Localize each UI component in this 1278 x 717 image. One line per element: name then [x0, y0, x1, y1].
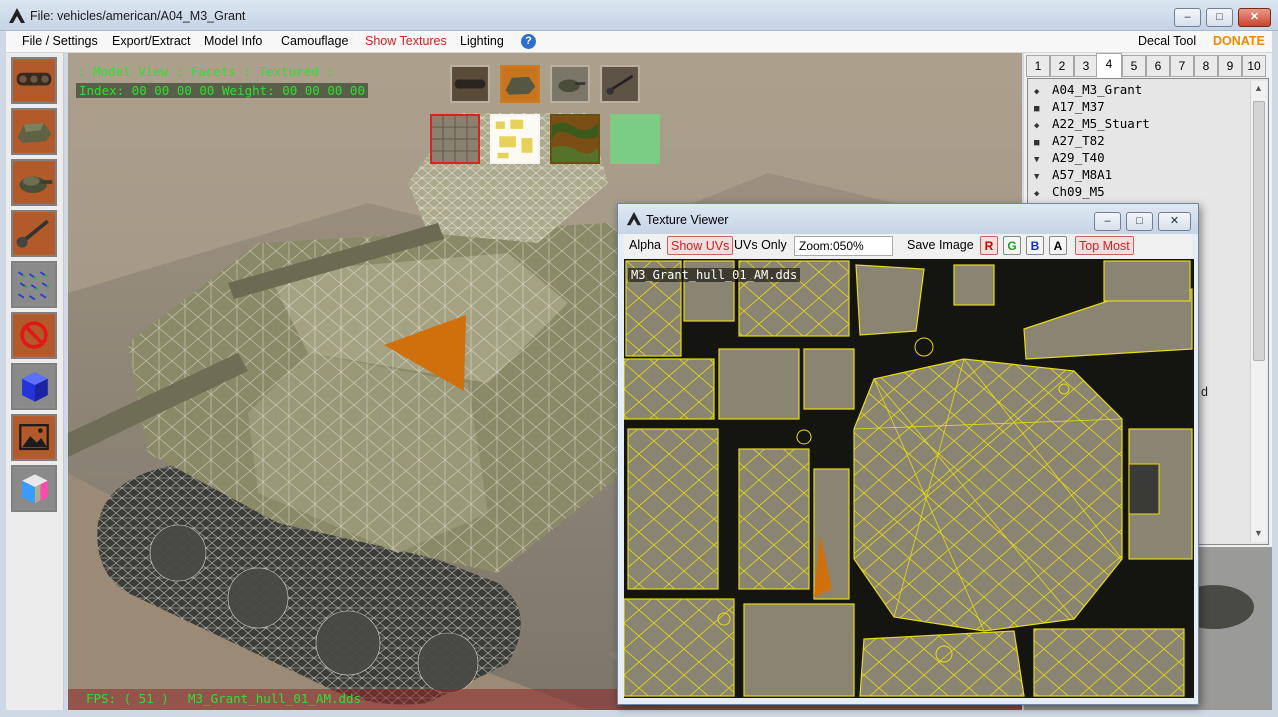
scroll-thumb[interactable]: [1253, 101, 1265, 361]
list-item[interactable]: ◆ A22_M5_Stuart: [1034, 116, 1150, 133]
tank-hull-icon[interactable]: [11, 108, 57, 155]
blue-channel-button[interactable]: B: [1026, 236, 1044, 255]
list-item-label: A17_M37: [1052, 99, 1105, 114]
list-item-label: A27_T82: [1052, 133, 1105, 148]
viewport-mode-label: : Model View : Facets : Textured :: [78, 64, 334, 79]
list-item-label: A22_M5_Stuart: [1052, 116, 1150, 131]
texture-canvas[interactable]: M3_Grant_hull_01_AM.dds: [624, 259, 1194, 698]
texture-viewer-title: Texture Viewer: [646, 213, 729, 227]
list-item[interactable]: ▼ A57_M8A1: [1034, 167, 1112, 184]
list-item-marker: ■: [1034, 138, 1040, 148]
list-item-marker: ◆: [1034, 121, 1040, 131]
show-uvs-toggle[interactable]: Show UVs: [667, 236, 734, 255]
current-texture-name: M3_Grant_hull_01_AM.dds: [188, 691, 362, 706]
fps-readout: FPS: ( 51 ): [86, 691, 169, 706]
alpha-toggle[interactable]: Alpha: [629, 236, 661, 255]
list-item-marker: ▼: [1034, 155, 1040, 165]
tv-maximize-button[interactable]: □: [1126, 212, 1153, 231]
texture-file-label: M3_Grant_hull_01_AM.dds: [628, 268, 801, 282]
decal-tool-button[interactable]: Decal Tool: [1138, 34, 1196, 48]
help-icon[interactable]: ?: [521, 34, 536, 49]
texture-viewer-title-bar[interactable]: Texture Viewer – □ ✕: [618, 204, 1198, 234]
list-item[interactable]: ▼ A29_T40: [1034, 150, 1105, 167]
tv-close-button[interactable]: ✕: [1158, 212, 1191, 231]
turret-thumb[interactable]: [550, 65, 590, 103]
cube-icon[interactable]: [11, 363, 57, 410]
list-item[interactable]: ■ A17_M37: [1034, 99, 1105, 116]
tab-4[interactable]: 4: [1096, 53, 1122, 78]
tab-9[interactable]: 9: [1218, 55, 1242, 77]
menu-model-info[interactable]: Model Info: [204, 34, 262, 48]
list-item-marker: ◆: [1034, 189, 1040, 199]
tab-7[interactable]: 7: [1170, 55, 1194, 77]
image-icon[interactable]: [11, 414, 57, 461]
list-item-label: A29_T40: [1052, 150, 1105, 165]
list-item-marker: ■: [1034, 104, 1040, 114]
list-item-label: Ch09_M5: [1052, 184, 1105, 199]
camo-texture-thumb[interactable]: [550, 114, 600, 164]
tank-track-icon[interactable]: [11, 57, 57, 104]
tv-minimize-button[interactable]: –: [1094, 212, 1121, 231]
tank-gun-icon[interactable]: [11, 210, 57, 257]
tab-6[interactable]: 6: [1146, 55, 1170, 77]
app-icon: [9, 8, 25, 23]
close-button[interactable]: ✕: [1238, 8, 1271, 27]
window-title: File: vehicles/american/A04_M3_Grant: [30, 9, 246, 23]
tab-10[interactable]: 10: [1242, 55, 1266, 77]
track-thumb[interactable]: [450, 65, 490, 103]
scroll-up-icon[interactable]: ▲: [1254, 83, 1263, 93]
hide-icon[interactable]: [11, 312, 57, 359]
gun-thumb[interactable]: [600, 65, 640, 103]
list-item[interactable]: ◆ Ch09_M5: [1034, 184, 1105, 201]
menu-file-settings[interactable]: File / Settings: [22, 34, 98, 48]
alpha-channel-button[interactable]: A: [1049, 236, 1067, 255]
list-item-marker: ▼: [1034, 172, 1040, 182]
list-scrollbar[interactable]: ▲ ▼: [1250, 81, 1267, 542]
green-texture-thumb[interactable]: [610, 114, 660, 164]
donate-link[interactable]: DONATE: [1213, 34, 1265, 48]
uv-sheet-thumb[interactable]: [490, 114, 540, 164]
tab-1[interactable]: 1: [1026, 55, 1050, 77]
occluded-list-text: d: [1201, 385, 1208, 399]
list-item-label: A57_M8A1: [1052, 167, 1113, 182]
menu-camouflage[interactable]: Camouflage: [281, 34, 348, 48]
tab-8[interactable]: 8: [1194, 55, 1218, 77]
menu-lighting[interactable]: Lighting: [460, 34, 504, 48]
normals-icon[interactable]: [11, 261, 57, 308]
list-item-label: A04_M3_Grant: [1052, 82, 1143, 97]
uvs-only-toggle[interactable]: UVs Only: [734, 236, 787, 255]
hull-thumb[interactable]: [500, 65, 540, 103]
color-cube-icon[interactable]: [11, 465, 57, 512]
title-bar: File: vehicles/american/A04_M3_Grant – □…: [0, 0, 1278, 31]
uv-texture-image: [624, 259, 1194, 698]
hull-texture-thumb[interactable]: [430, 114, 480, 164]
menu-export-extract[interactable]: Export/Extract: [112, 34, 191, 48]
top-most-toggle[interactable]: Top Most: [1075, 236, 1134, 255]
texture-viewer-toolbar: Alpha Show UVs UVs Only Zoom:050% Save I…: [624, 234, 1192, 258]
menu-show-textures[interactable]: Show Textures: [365, 34, 447, 48]
menu-bar: File / Settings Export/Extract Model Inf…: [6, 31, 1272, 53]
tab-3[interactable]: 3: [1074, 55, 1098, 77]
app-icon: [626, 211, 642, 226]
minimize-button[interactable]: –: [1174, 8, 1201, 27]
texture-viewer-window[interactable]: Texture Viewer – □ ✕ Alpha Show UVs UVs …: [617, 203, 1199, 705]
green-channel-button[interactable]: G: [1003, 236, 1021, 255]
zoom-field[interactable]: Zoom:050%: [794, 236, 893, 256]
list-item[interactable]: ■ A27_T82: [1034, 133, 1105, 150]
tab-5[interactable]: 5: [1122, 55, 1146, 77]
index-weight-readout: Index: 00 00 00 00 Weight: 00 00 00 00: [76, 83, 368, 98]
save-image-button[interactable]: Save Image: [907, 236, 974, 255]
left-toolbar: [6, 53, 64, 710]
list-item[interactable]: ◆ A04_M3_Grant: [1034, 82, 1142, 99]
list-item-marker: ◆: [1034, 87, 1040, 97]
tank-turret-icon[interactable]: [11, 159, 57, 206]
red-channel-button[interactable]: R: [980, 236, 998, 255]
maximize-button[interactable]: □: [1206, 8, 1233, 27]
tab-2[interactable]: 2: [1050, 55, 1074, 77]
scroll-down-icon[interactable]: ▼: [1254, 528, 1263, 538]
